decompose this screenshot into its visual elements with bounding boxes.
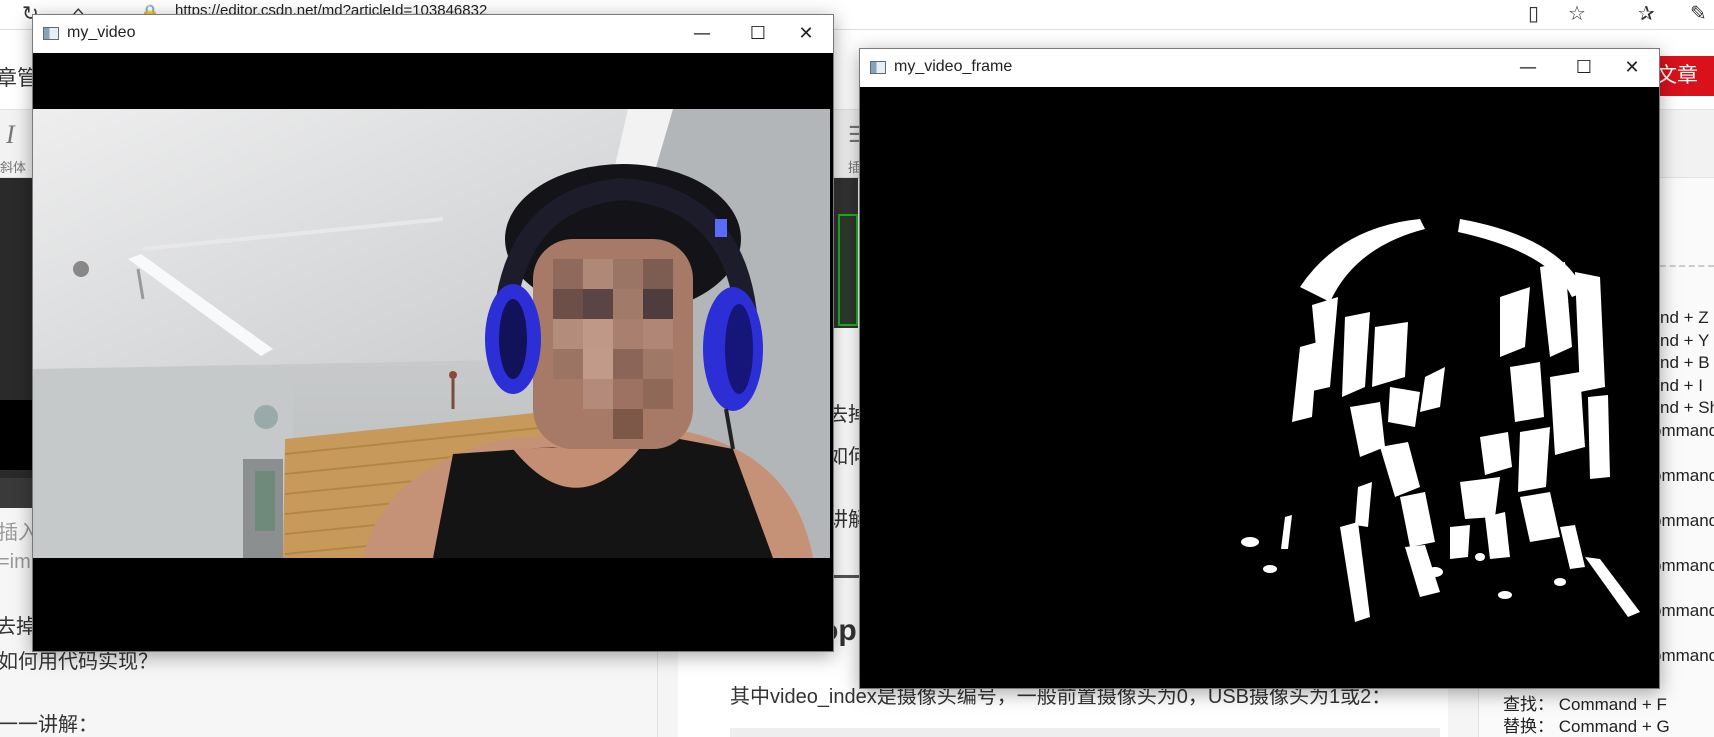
shortcut-replace: 替换： Command + G xyxy=(1503,717,1670,736)
shortcut-item: nd + Z xyxy=(1660,308,1709,327)
preview-image xyxy=(832,178,858,328)
maximize-button[interactable]: ☐ xyxy=(1561,53,1607,83)
frame-window-titlebar[interactable]: my_video_frame — ☐ ✕ xyxy=(860,49,1659,87)
shortcut-item: nd + B xyxy=(1660,353,1710,372)
webcam-image xyxy=(33,109,830,558)
app-icon xyxy=(43,27,59,40)
shortcut-item: nd + Y xyxy=(1660,331,1710,350)
minimize-button[interactable]: — xyxy=(1505,53,1551,83)
shortcut-item: ommand xyxy=(1652,556,1714,575)
window-title: my_video_frame xyxy=(894,58,1013,75)
desktop: ↻ ⌂ 🔒 https://editor.csdn.net/md?article… xyxy=(0,0,1714,737)
editor-line: 去掉 xyxy=(0,616,36,638)
star-icon[interactable]: ☆ xyxy=(1568,2,1586,24)
italic-icon[interactable]: I xyxy=(6,120,15,150)
italic-label: 斜体 xyxy=(0,160,27,175)
threshold-frame-image xyxy=(860,87,1659,688)
video-window-titlebar[interactable]: my_video — ☐ ✕ xyxy=(33,15,833,53)
editor-line: =im xyxy=(0,551,31,573)
window-title: my_video xyxy=(67,24,136,41)
shortcut-item: ommand xyxy=(1652,511,1714,530)
close-button[interactable]: ✕ xyxy=(1609,53,1655,83)
close-button[interactable]: ✕ xyxy=(783,19,829,49)
webcam-feed xyxy=(33,109,830,558)
shortcut-item: nd + Sh xyxy=(1660,398,1714,417)
reading-view-icon[interactable]: ▯ xyxy=(1528,2,1539,24)
shortcut-divider xyxy=(1660,265,1714,267)
frame-window[interactable]: my_video_frame — ☐ ✕ xyxy=(859,48,1660,689)
shortcut-item: nd + I xyxy=(1660,376,1704,395)
editor-line: 一一讲解： xyxy=(0,714,98,736)
code-block xyxy=(730,728,1440,737)
favorites-icon[interactable]: ✰ xyxy=(1638,2,1655,24)
shortcut-item: ommand xyxy=(1652,466,1714,485)
maximize-button[interactable]: ☐ xyxy=(735,19,781,49)
pen-icon[interactable]: ✎ xyxy=(1690,2,1707,24)
video-window[interactable]: my_video — ☐ ✕ xyxy=(32,14,834,652)
app-icon xyxy=(870,61,886,74)
shortcut-item: ommand xyxy=(1652,421,1714,440)
shortcut-item: ommand xyxy=(1652,646,1714,665)
shortcut-item: ommand xyxy=(1652,601,1714,620)
minimize-button[interactable]: — xyxy=(679,19,725,49)
